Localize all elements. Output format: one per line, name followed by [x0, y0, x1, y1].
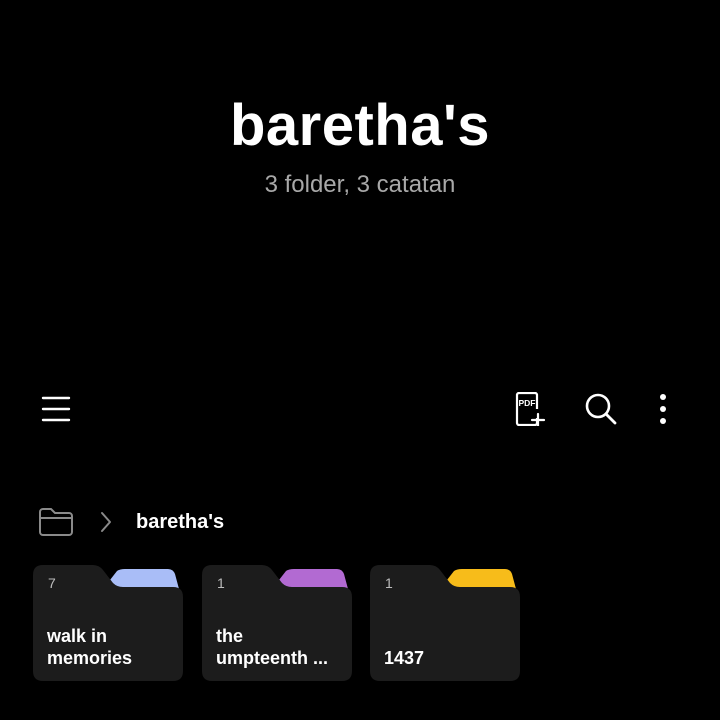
folder-name: 1437 [384, 648, 425, 668]
search-icon [585, 393, 617, 425]
breadcrumb-root-button[interactable] [38, 506, 74, 538]
pdf-add-icon: PDF [515, 392, 546, 426]
folder-card[interactable]: 1 1437 [370, 565, 520, 681]
folder-note-count: 7 [48, 575, 56, 591]
more-options-button[interactable] [639, 385, 687, 433]
folder-name: the umpteenth ... [216, 626, 328, 668]
page-subtitle: 3 folder, 3 catatan [264, 171, 456, 198]
notes-app-screen: baretha's 3 folder, 3 catatan PDF bareth… [0, 0, 720, 720]
page-title: baretha's [229, 93, 491, 158]
pdf-icon-label: PDF [519, 398, 536, 408]
folder-name: walk in memories [47, 626, 133, 668]
folder-note-count: 1 [385, 575, 393, 591]
breadcrumb-current: baretha's [136, 510, 225, 533]
menu-button[interactable] [32, 385, 80, 433]
search-button[interactable] [577, 385, 625, 433]
breadcrumb: baretha's [38, 504, 224, 540]
folder-icon [39, 508, 73, 536]
folder-card[interactable]: 1 the umpteenth ... [202, 565, 352, 681]
chevron-right-icon [100, 510, 114, 534]
folder-card[interactable]: 7 walk in memories [33, 565, 183, 681]
hamburger-menu-icon [41, 396, 71, 422]
more-vertical-icon [660, 394, 666, 424]
folder-note-count: 1 [217, 575, 225, 591]
import-pdf-button[interactable]: PDF [507, 385, 555, 433]
